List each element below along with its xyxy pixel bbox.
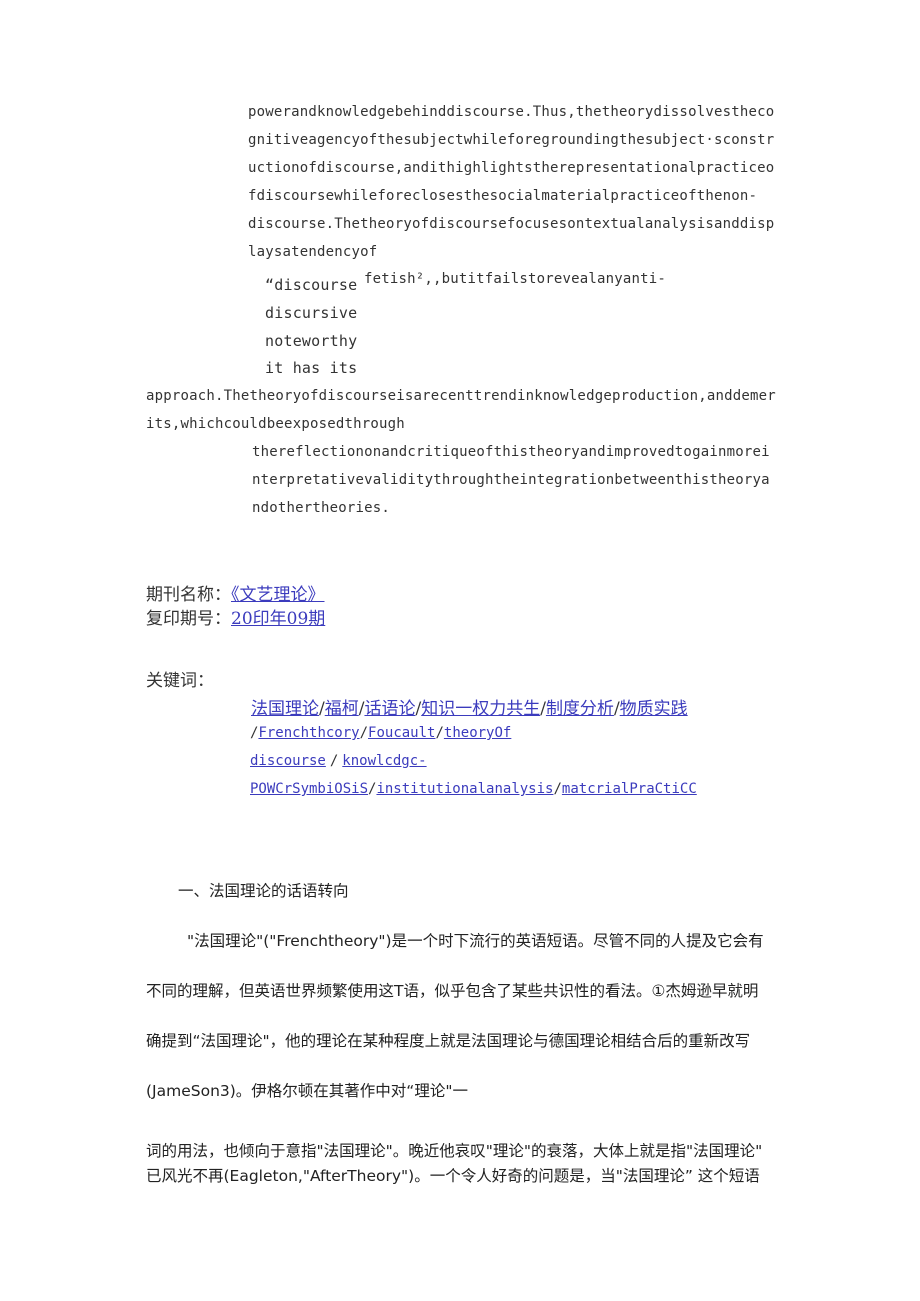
abstract-fragment: noteworthy: [265, 332, 358, 350]
paragraph-line: (JameSon3)。伊格尔顿在其著作中对“理论"一: [146, 1082, 468, 1100]
abstract-line: discourse.Thetheoryofdiscoursefocusesont…: [248, 216, 775, 232]
abstract-line: powerandknowledgebehinddiscourse.Thus,th…: [248, 104, 775, 120]
keyword-link[interactable]: 话语论: [364, 699, 415, 719]
keyword-link[interactable]: knowlcdgc-: [342, 753, 426, 769]
keyword-link[interactable]: 制度分析: [546, 699, 614, 719]
keywords-label: 关键词：: [146, 671, 214, 691]
abstract-line: laysatendencyof: [248, 244, 378, 260]
abstract-fragment: it has its: [265, 359, 358, 377]
keyword-link[interactable]: Foucault: [368, 725, 435, 741]
abstract-quote-rest: fetish²,,butitfailstorevealanyanti-: [364, 271, 667, 287]
keyword-link[interactable]: discourse: [250, 753, 326, 769]
keyword-separator: /: [359, 725, 369, 741]
keywords-en-row: POWCrSymbiOSiS/institutionalanalysis/mat…: [250, 781, 697, 797]
paragraph-line: 确提到“法国理论"，他的理论在某种程度上就是法国理论与德国理论相结合后的重新改写: [146, 1032, 751, 1050]
abstract-line: nterpretativevaliditythroughtheintegrati…: [252, 472, 770, 488]
abstract-line: its,whichcouldbeexposedthrough: [146, 416, 405, 432]
journal-row: 期刊名称：《文艺理论》: [146, 580, 325, 605]
abstract-line: uctionofdiscourse,andithighlightstherepr…: [248, 160, 775, 176]
keywords-en-row: /Frenchthcory/Foucault/theoryOf: [250, 725, 511, 741]
keyword-separator: /: [553, 781, 562, 797]
paragraph-line: 不同的理解，但英语世界频繁使用这T语，似乎包含了某些共识性的看法。①杰姆逊早就明: [146, 982, 759, 1000]
keyword-separator: /: [435, 725, 444, 741]
paragraph-line: "法国理论"("Frenchtheory")是一个时下流行的英语短语。尽管不同的…: [187, 932, 764, 950]
abstract-fragment: discursive: [265, 304, 358, 322]
keyword-link[interactable]: 法国理论: [251, 699, 319, 719]
keyword-link[interactable]: institutionalanalysis: [376, 781, 553, 797]
journal-link[interactable]: 《文艺理论》: [231, 585, 325, 605]
keyword-link[interactable]: 知识一权力共生: [421, 699, 540, 719]
abstract-line: fdiscoursewhileforeclosesthesocialmateri…: [248, 188, 758, 204]
issue-link[interactable]: 20印年09期: [231, 609, 325, 629]
abstract-line: gnitiveagencyofthesubjectwhileforeground…: [248, 132, 775, 148]
keyword-link[interactable]: matcrialPraCtiCC: [562, 781, 697, 797]
issue-row: 复印期号：20印年09期: [146, 604, 325, 629]
keywords-cn-row: 法国理论/福柯/话语论/知识一权力共生/制度分析/物质实践: [251, 694, 688, 719]
abstract-quote-open: “discourse: [265, 276, 358, 294]
issue-label: 复印期号：: [146, 609, 231, 629]
abstract-line: approach.Thetheoryofdiscourseisarecenttr…: [146, 388, 776, 404]
abstract-line: thereflectiononandcritiqueofthistheoryan…: [252, 444, 770, 460]
keywords-en-row: discourse / knowlcdgc-: [250, 753, 427, 769]
keyword-link[interactable]: 物质实践: [620, 699, 688, 719]
keyword-link[interactable]: Frenchthcory: [258, 725, 359, 741]
keyword-link[interactable]: theoryOf: [444, 725, 511, 741]
keyword-link[interactable]: 福柯: [325, 699, 359, 719]
keyword-separator: /: [329, 753, 339, 769]
journal-label: 期刊名称：: [146, 585, 231, 605]
keyword-link[interactable]: POWCrSymbiOSiS: [250, 781, 368, 797]
paragraph-line: 已风光不再(Eagleton,"AfterTheory")。一个令人好奇的问题是…: [146, 1167, 760, 1185]
abstract-line: ndothertheories.: [252, 500, 391, 516]
paragraph-line: 词的用法，也倾向于意指"法国理论"。晚近他哀叹"理论"的衰落，大体上就是指"法国…: [146, 1142, 763, 1160]
section-heading: 一、法国理论的话语转向: [178, 882, 349, 900]
